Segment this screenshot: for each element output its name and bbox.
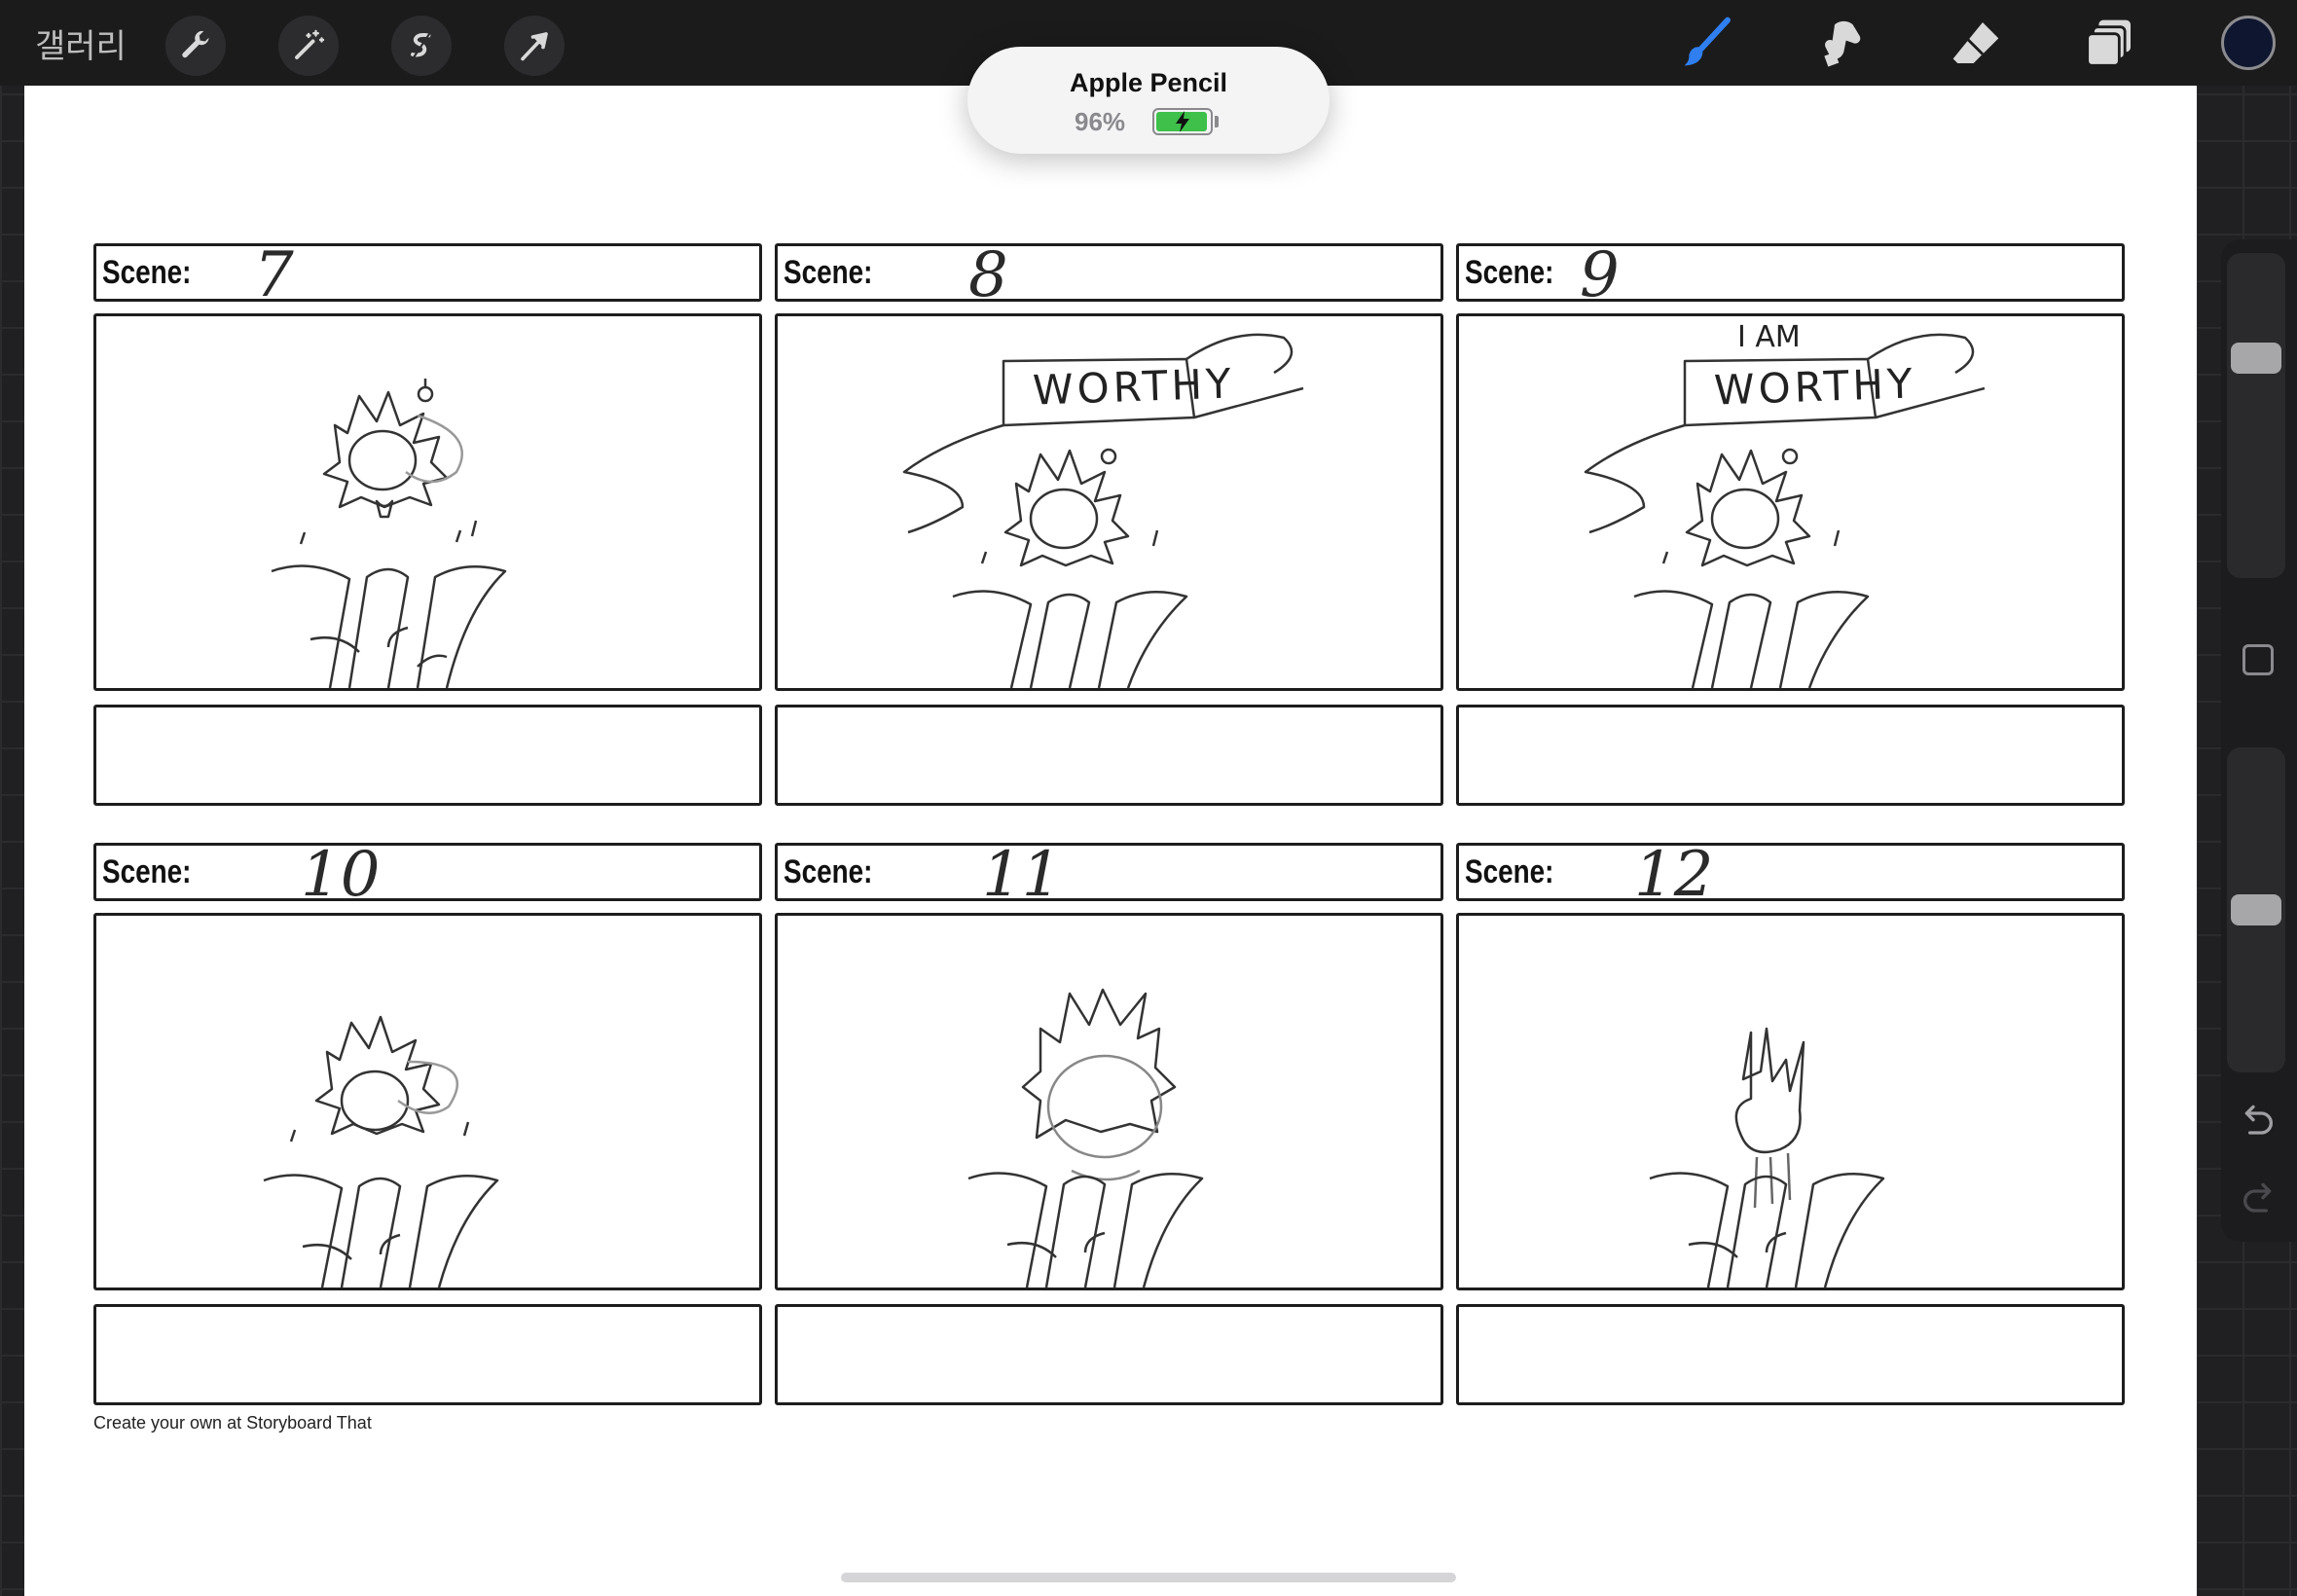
template-footer: Create your own at Storyboard That bbox=[93, 1413, 372, 1433]
scene-frame bbox=[93, 913, 762, 1290]
opacity-slider[interactable] bbox=[2227, 747, 2285, 1072]
scene-number: 10 bbox=[301, 839, 381, 911]
scene-caption-box[interactable] bbox=[1456, 705, 2125, 806]
pencil-battery-popup: Apple Pencil 96% bbox=[967, 47, 1330, 154]
redo-icon[interactable] bbox=[2239, 1181, 2278, 1220]
layers-tool[interactable] bbox=[2079, 12, 2141, 74]
scene-frame bbox=[1456, 913, 2125, 1290]
wrench-icon bbox=[182, 30, 210, 58]
banner-text: WORTHY bbox=[1713, 359, 1917, 415]
home-indicator bbox=[841, 1573, 1456, 1582]
actions-button[interactable] bbox=[165, 16, 226, 76]
banner-text: WORTHY bbox=[1032, 359, 1236, 415]
scene-label: Scene: bbox=[102, 853, 192, 890]
adjustments-button[interactable] bbox=[278, 16, 339, 76]
pencil-battery-percent: 96% bbox=[1075, 107, 1126, 136]
eraser-tool[interactable] bbox=[1945, 12, 2007, 74]
scene-number: 9 bbox=[1580, 239, 1620, 311]
smudge-tool[interactable] bbox=[1810, 12, 1873, 74]
pencil-device-name: Apple Pencil bbox=[1069, 68, 1228, 97]
scene-frame bbox=[775, 913, 1443, 1290]
transform-arrow-icon bbox=[521, 32, 548, 61]
brush-size-thumb[interactable] bbox=[2231, 343, 2281, 374]
sketch-flame-skull bbox=[967, 988, 1204, 1288]
scene-frame: I AM WORTHY bbox=[1456, 313, 2125, 691]
scene-header: Scene: 10 bbox=[93, 839, 762, 911]
brush-icon bbox=[1684, 17, 1732, 66]
layers-icon bbox=[2086, 19, 2131, 67]
battery-cap bbox=[1215, 116, 1219, 127]
brush-size-slider[interactable] bbox=[2227, 253, 2285, 578]
scene-caption-box[interactable] bbox=[1456, 1304, 2125, 1405]
scene-number: 11 bbox=[982, 839, 1062, 911]
banner-top-text: I AM bbox=[1737, 320, 1801, 354]
scene-header: Scene: 12 bbox=[1456, 839, 2125, 911]
sketch-flame-skull bbox=[263, 1015, 499, 1288]
scene-caption-box[interactable] bbox=[93, 705, 762, 806]
storyboard-template: Scene: 7 Scene: 8 WORTHY Scene: 9 I AM W… bbox=[70, 158, 2126, 1452]
scene-frame bbox=[93, 313, 762, 691]
scene-label: Scene: bbox=[784, 853, 873, 890]
brush-tool[interactable] bbox=[1676, 12, 1738, 74]
scene-frame: WORTHY bbox=[775, 313, 1443, 691]
transform-button[interactable] bbox=[504, 16, 565, 76]
sketch-flame-small bbox=[1649, 1027, 1885, 1288]
sketch-flame-skull bbox=[271, 379, 507, 688]
scene-number: 7 bbox=[254, 239, 294, 311]
scene-label: Scene: bbox=[784, 254, 873, 291]
scene-caption-box[interactable] bbox=[775, 705, 1443, 806]
scene-header: Scene: 7 bbox=[93, 239, 762, 311]
modify-button[interactable] bbox=[2242, 644, 2274, 675]
scene-number: 8 bbox=[968, 239, 1008, 311]
selection-s-icon bbox=[411, 31, 431, 60]
color-picker-button[interactable] bbox=[2221, 16, 2276, 70]
opacity-thumb[interactable] bbox=[2231, 894, 2281, 925]
scene-header: Scene: 8 bbox=[775, 239, 1443, 311]
smudge-icon bbox=[1824, 20, 1861, 67]
scene-caption-box[interactable] bbox=[93, 1304, 762, 1405]
magic-wand-icon bbox=[295, 29, 325, 59]
scene-number: 12 bbox=[1634, 839, 1714, 911]
scene-caption-box[interactable] bbox=[775, 1304, 1443, 1405]
right-sidebar bbox=[2221, 239, 2297, 1242]
scene-label: Scene: bbox=[1465, 254, 1554, 291]
charging-bolt-icon bbox=[1176, 111, 1189, 132]
undo-icon[interactable] bbox=[2239, 1104, 2278, 1143]
scene-label: Scene: bbox=[1465, 853, 1554, 890]
scene-header: Scene: 11 bbox=[775, 839, 1443, 911]
scene-label: Scene: bbox=[102, 254, 192, 291]
eraser-icon bbox=[1952, 22, 1999, 63]
battery-icon bbox=[1152, 108, 1213, 135]
selection-button[interactable] bbox=[391, 16, 452, 76]
scene-header: Scene: 9 bbox=[1456, 239, 2125, 311]
gallery-button[interactable]: 갤러리 bbox=[35, 19, 127, 67]
